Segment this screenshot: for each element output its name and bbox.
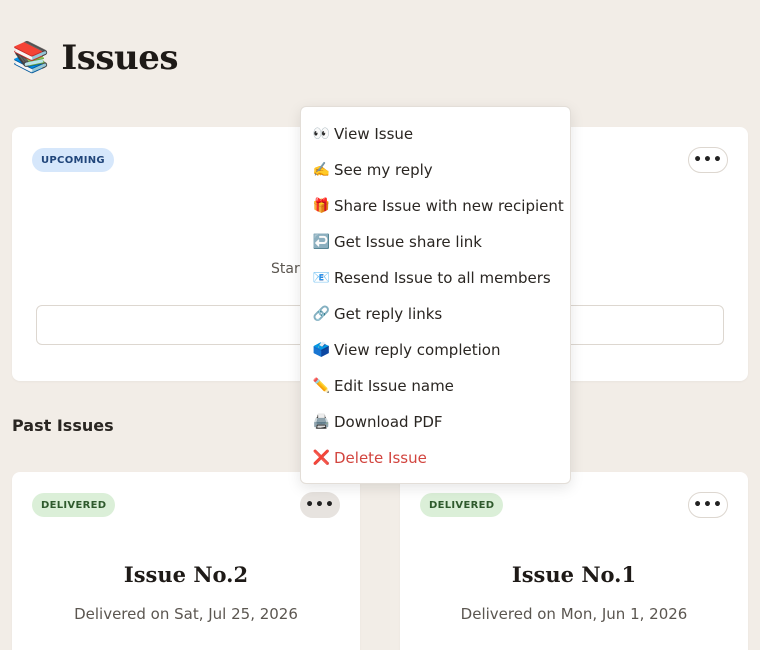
menu-item-view-issue[interactable]: 👀 View Issue [301,116,570,152]
menu-item-resend-issue[interactable]: 📧 Resend Issue to all members [301,260,570,296]
issue-more-options-button[interactable]: ••• [300,492,340,518]
writing-hand-icon: ✍️ [312,162,331,178]
menu-item-label: Edit Issue name [334,377,454,395]
issue-card[interactable]: DELIVERED ••• Issue No.2 Delivered on Sa… [12,472,360,650]
issue-card[interactable]: DELIVERED ••• Issue No.1 Delivered on Mo… [400,472,748,650]
menu-item-label: View reply completion [334,341,501,359]
menu-item-label: Get reply links [334,305,443,323]
issue-title: Issue No.2 [123,562,249,587]
pencil-icon: ✏️ [312,378,331,394]
menu-item-label: See my reply [334,161,433,179]
ballot-box-icon: 🗳️ [312,342,331,358]
issue-delivery-date: Delivered on Mon, Jun 1, 2026 [460,605,688,623]
menu-item-label: Download PDF [334,413,443,431]
menu-item-get-reply-links[interactable]: 🔗 Get reply links [301,296,570,332]
menu-item-see-my-reply[interactable]: ✍️ See my reply [301,152,570,188]
menu-item-label: Resend Issue to all members [334,269,551,287]
menu-item-edit-issue-name[interactable]: ✏️ Edit Issue name [301,368,570,404]
page-title: Issues [61,38,179,78]
printer-icon: 🖨️ [312,414,331,430]
upcoming-status-badge: UPCOMING [32,148,114,172]
link-icon: 🔗 [312,306,331,322]
issue-delivery-date: Delivered on Sat, Jul 25, 2026 [74,605,298,623]
menu-item-get-share-link[interactable]: ↩️ Get Issue share link [301,224,570,260]
menu-item-label: Share Issue with new recipient [334,197,564,215]
menu-item-share-issue[interactable]: 🎁 Share Issue with new recipient [301,188,570,224]
menu-item-delete-issue[interactable]: ❌ Delete Issue [301,440,570,476]
books-icon: 📚 [12,40,50,75]
issue-more-options-button[interactable]: ••• [688,492,728,518]
menu-item-label: Delete Issue [334,449,427,467]
cross-mark-icon: ❌ [312,450,331,466]
issue-options-menu: 👀 View Issue ✍️ See my reply 🎁 Share Iss… [300,106,571,484]
upcoming-subtitle: Star [271,261,300,277]
delivered-status-badge: DELIVERED [420,493,504,517]
menu-item-view-reply-completion[interactable]: 🗳️ View reply completion [301,332,570,368]
eyes-icon: 👀 [312,126,331,142]
gift-icon: 🎁 [312,198,331,214]
return-arrow-icon: ↩️ [312,234,331,250]
issue-title: Issue No.1 [511,562,637,587]
upcoming-more-options-button[interactable]: ••• [688,147,728,173]
page-header: 📚 Issues [12,38,179,78]
envelope-icon: 📧 [312,270,331,286]
menu-item-label: View Issue [334,125,414,143]
menu-item-download-pdf[interactable]: 🖨️ Download PDF [301,404,570,440]
delivered-status-badge: DELIVERED [32,493,116,517]
past-issues-heading: Past Issues [12,416,114,435]
menu-item-label: Get Issue share link [334,233,482,251]
